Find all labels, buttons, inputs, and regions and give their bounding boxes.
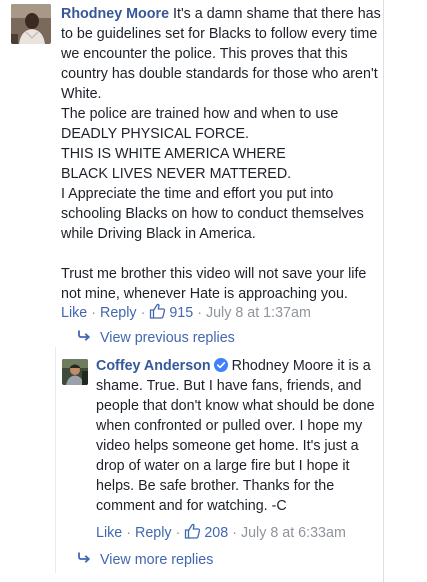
avatar-rhodney-moore[interactable] — [11, 4, 51, 44]
like-link[interactable]: Like — [96, 525, 122, 541]
comment-timestamp[interactable]: July 8 at 6:33am — [241, 525, 346, 541]
separator-dot: · — [140, 305, 146, 321]
reply-link[interactable]: Reply — [100, 305, 137, 321]
thumbs-up-icon — [149, 303, 166, 319]
like-count: 208 — [204, 525, 229, 541]
comment-timestamp[interactable]: July 8 at 1:37am — [206, 305, 311, 321]
view-more-replies-label: View more replies — [100, 552, 214, 568]
separator-dot: · — [91, 305, 96, 321]
comment-rhodney-moore: Rhodney Moore It's a damn shame that the… — [11, 4, 383, 304]
like-link[interactable]: Like — [61, 305, 87, 321]
reply-thread-line — [55, 347, 56, 573]
comment-body: Rhodney Moore It's a damn shame that the… — [61, 4, 383, 304]
comment-actions: Like · Reply · 915 · July 8 at 1:37am — [61, 303, 311, 323]
reply-link[interactable]: Reply — [135, 525, 172, 541]
comment-text: Rhodney Moore it is a shame. True. But I… — [96, 358, 379, 514]
view-previous-replies-link[interactable]: View previous replies — [77, 328, 235, 348]
like-count-button[interactable]: 208 — [184, 523, 229, 541]
view-more-replies-link[interactable]: View more replies — [77, 550, 213, 570]
thumbs-up-icon — [184, 523, 201, 539]
profile-photo-icon — [62, 359, 88, 385]
comment-text: It's a damn shame that there has to be g… — [61, 6, 381, 302]
avatar-coffey-anderson[interactable] — [62, 359, 88, 385]
verified-badge-icon — [213, 358, 228, 372]
separator-dot: · — [232, 525, 237, 541]
comment-author-link[interactable]: Rhodney Moore — [61, 6, 169, 22]
like-count: 915 — [169, 305, 194, 321]
reply-arrow-icon — [77, 330, 91, 342]
profile-photo-icon — [11, 4, 51, 44]
comment-body: Coffey Anderson Rhodney Moore it is a sh… — [96, 356, 386, 516]
separator-dot: · — [197, 305, 202, 321]
like-count-button[interactable]: 915 — [149, 303, 194, 321]
comment-author-link[interactable]: Coffey Anderson — [96, 358, 211, 374]
reply-actions: Like · Reply · 208 · July 8 at 6:33am — [96, 523, 346, 543]
separator-dot: · — [126, 525, 131, 541]
view-previous-replies-label: View previous replies — [100, 330, 235, 346]
separator-dot: · — [175, 525, 181, 541]
reply-arrow-icon — [77, 552, 91, 564]
comment-coffey-anderson: Coffey Anderson Rhodney Moore it is a sh… — [62, 356, 387, 516]
